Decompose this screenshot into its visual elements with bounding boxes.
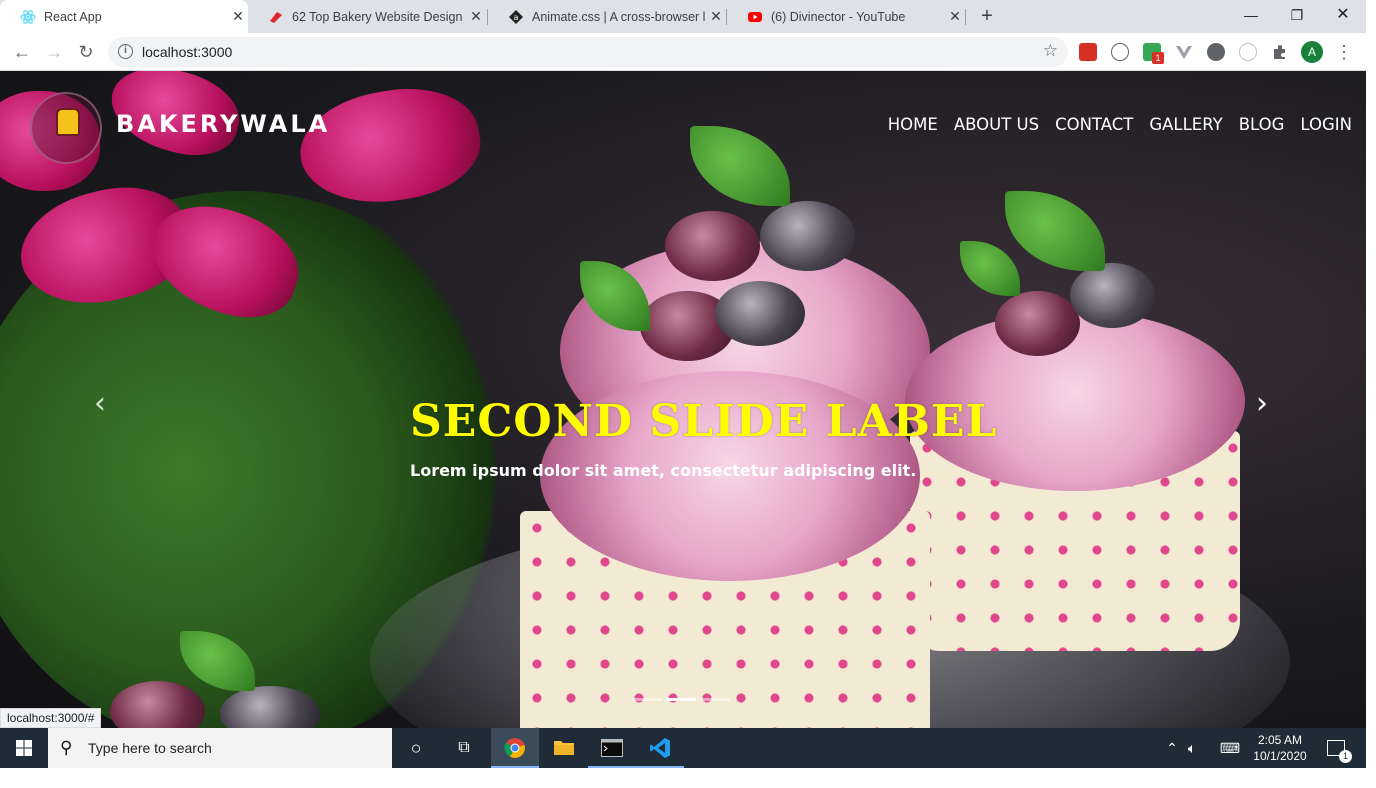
blackberry-image — [1070, 263, 1155, 328]
blackberry-image — [665, 211, 760, 281]
blackberry-image — [995, 291, 1080, 356]
nav-gallery[interactable]: GALLERY — [1149, 115, 1222, 134]
close-tab-icon[interactable]: ✕ — [706, 8, 726, 25]
tab-strip: React App ✕ 62 Top Bakery Website Design… — [0, 0, 1366, 33]
address-url[interactable]: localhost:3000 — [142, 44, 232, 60]
volume-icon[interactable]: 🔈︎ — [1170, 728, 1214, 768]
tab-title: React App — [44, 9, 102, 24]
browser-menu-icon[interactable]: ⋮ — [1330, 39, 1358, 65]
windows-start-icon[interactable] — [0, 728, 48, 768]
browser-toolbar: ← → ↻ i localhost:3000 ☆ 1 A ⋮ — [0, 33, 1366, 71]
vscode-icon[interactable] — [636, 728, 684, 768]
minimize-button[interactable]: — — [1228, 0, 1274, 30]
extension-badge: 1 — [1152, 52, 1164, 64]
carousel-prev-icon[interactable]: ‹ — [94, 386, 106, 421]
close-tab-icon[interactable]: ✕ — [945, 8, 965, 25]
windows-taskbar: ⚲ Type here to search ○ ⧉ ⌃ 🔈︎ ⌨ 2:05 AM… — [0, 728, 1366, 768]
restore-button[interactable]: ❐ — [1274, 0, 1320, 30]
nav-contact[interactable]: CONTACT — [1055, 115, 1133, 134]
taskbar-search-placeholder: Type here to search — [88, 740, 212, 756]
carousel-indicator[interactable] — [700, 698, 730, 701]
cortana-icon[interactable]: ○ — [392, 728, 440, 768]
carousel-next-icon[interactable]: › — [1256, 386, 1268, 421]
keyboard-icon[interactable]: ⌨ — [1210, 728, 1250, 768]
carousel-indicator[interactable] — [632, 698, 662, 701]
back-button[interactable]: ← — [8, 39, 36, 65]
tab-divider — [965, 9, 966, 25]
extension-google-icon[interactable]: 1 — [1143, 43, 1164, 64]
clock-time: 2:05 AM — [1257, 733, 1303, 747]
mint-leaf-image — [690, 126, 790, 206]
extension-red-icon[interactable] — [1079, 43, 1097, 61]
nav-about-us[interactable]: ABOUT US — [954, 115, 1039, 134]
taskbar-search-box[interactable]: ⚲ Type here to search — [48, 728, 392, 768]
close-tab-icon[interactable]: ✕ — [466, 8, 486, 25]
main-nav: HOME ABOUT US CONTACT GALLERY BLOG LOGIN — [888, 115, 1352, 134]
extensions-puzzle-icon[interactable] — [1271, 43, 1289, 61]
notifications-icon[interactable]: 1 — [1316, 728, 1356, 768]
nav-login[interactable]: LOGIN — [1300, 115, 1352, 134]
youtube-icon — [747, 9, 763, 25]
mint-leaf-image — [960, 241, 1020, 296]
tab-youtube[interactable]: (6) Divinector - YouTube ✕ — [727, 0, 965, 33]
animate-css-icon: a — [508, 9, 524, 25]
file-explorer-icon[interactable] — [540, 728, 588, 768]
react-icon — [20, 9, 36, 25]
new-tab-button[interactable]: + — [976, 4, 998, 28]
taskbar-clock[interactable]: 2:05 AM 10/1/2020 — [1248, 732, 1312, 764]
bakery-truck-icon — [56, 108, 80, 136]
slide-caption-title: SECOND SLIDE LABEL — [410, 396, 998, 447]
extension-h-icon[interactable] — [1111, 43, 1129, 61]
profile-avatar[interactable]: A — [1301, 41, 1323, 63]
terminal-icon[interactable] — [588, 728, 636, 768]
svg-text:a: a — [514, 13, 519, 22]
nav-blog[interactable]: BLOG — [1239, 115, 1285, 134]
link-status-bubble: localhost:3000/# — [0, 708, 102, 728]
forward-button[interactable]: → — [40, 39, 68, 65]
tab-bakery-designs[interactable]: 62 Top Bakery Website Design Id ✕ — [248, 0, 486, 33]
tab-title: Animate.css | A cross-browser lib — [532, 9, 706, 24]
tab-title: 62 Top Bakery Website Design Id — [292, 9, 466, 24]
bakery-site-icon — [268, 9, 284, 25]
close-tab-icon[interactable]: ✕ — [228, 8, 248, 25]
blackberry-image — [715, 281, 805, 346]
extension-clock-icon[interactable] — [1239, 43, 1257, 61]
dark-mode-icon[interactable] — [1207, 43, 1225, 61]
site-info-icon[interactable]: i — [118, 44, 133, 59]
vue-devtools-icon[interactable] — [1175, 43, 1193, 61]
notification-count-badge: 1 — [1339, 749, 1352, 763]
task-view-icon[interactable]: ⧉ — [440, 728, 488, 768]
site-logo[interactable] — [30, 92, 102, 164]
carousel-indicators — [632, 698, 730, 701]
nav-home[interactable]: HOME — [888, 115, 938, 134]
mint-leaf-image — [1005, 191, 1105, 271]
bookmark-star-icon[interactable]: ☆ — [1043, 41, 1058, 61]
blackberry-image — [760, 201, 855, 271]
search-icon: ⚲ — [60, 738, 73, 757]
site-brand[interactable]: BAKERYWALA — [116, 110, 330, 138]
chrome-taskbar-icon[interactable] — [491, 728, 539, 768]
flower-image — [291, 76, 489, 216]
slide-caption-text: Lorem ipsum dolor sit amet, consectetur … — [410, 461, 917, 480]
address-bar[interactable]: i localhost:3000 ☆ — [108, 37, 1068, 67]
tab-animate-css[interactable]: a Animate.css | A cross-browser lib ✕ — [488, 0, 726, 33]
clock-date: 10/1/2020 — [1253, 749, 1307, 763]
close-window-button[interactable]: ✕ — [1320, 0, 1366, 30]
reload-button[interactable]: ↻ — [72, 39, 100, 65]
carousel-indicator-active[interactable] — [666, 698, 696, 701]
tab-title: (6) Divinector - YouTube — [771, 9, 906, 24]
tab-react-app[interactable]: React App ✕ — [0, 0, 248, 33]
